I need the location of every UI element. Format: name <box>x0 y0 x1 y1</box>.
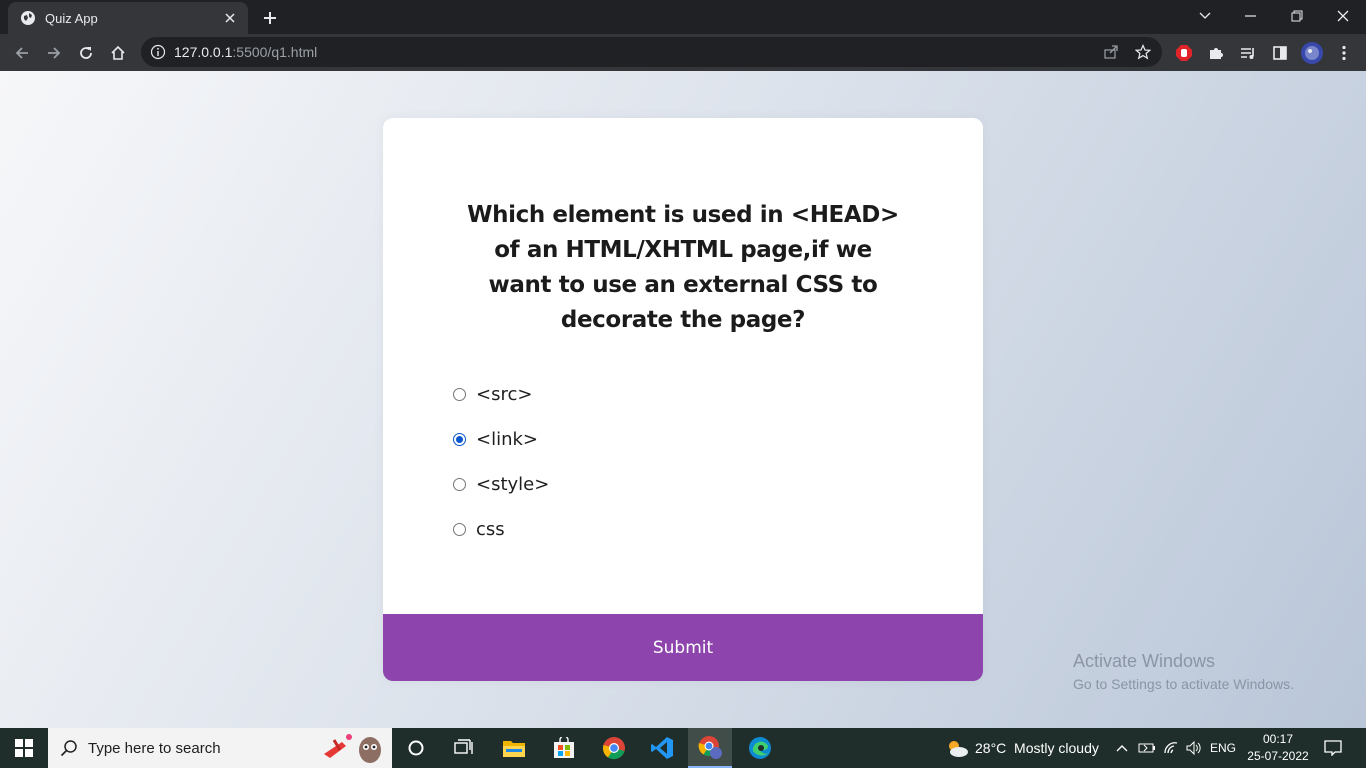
volume-icon[interactable] <box>1183 728 1205 768</box>
weather-cloudy-icon[interactable] <box>944 728 970 768</box>
question-text: Which element is used in <HEAD> of an HT… <box>467 202 899 333</box>
file-explorer-icon[interactable] <box>494 728 534 768</box>
windows-taskbar: Type here to search 28°C Mostly cloudy E… <box>0 728 1366 768</box>
chrome-icon[interactable] <box>594 728 634 768</box>
submit-button[interactable]: Submit <box>383 614 983 681</box>
extensions-puzzle-icon[interactable] <box>1202 39 1230 67</box>
address-bar[interactable]: 127.0.0.1:5500/q1.html <box>141 37 1162 67</box>
search-icon <box>60 739 78 757</box>
search-placeholder: Type here to search <box>88 739 221 757</box>
answer-label[interactable]: css <box>476 519 505 540</box>
reload-button[interactable] <box>72 39 100 67</box>
side-panel-icon[interactable] <box>1266 39 1294 67</box>
edge-icon[interactable] <box>740 728 780 768</box>
weather-text: 28°C Mostly cloudy <box>975 740 1099 756</box>
answer-label[interactable]: <style> <box>476 474 549 495</box>
answer-option-src[interactable]: <src> <box>451 372 911 417</box>
answer-label[interactable]: <src> <box>476 384 532 405</box>
adblock-extension-icon[interactable] <box>1170 39 1198 67</box>
new-tab-button[interactable] <box>259 7 281 29</box>
battery-icon[interactable] <box>1136 728 1158 768</box>
notifications-icon[interactable] <box>1318 728 1348 768</box>
answer-label[interactable]: <link> <box>476 429 538 450</box>
taskbar-search-box[interactable]: Type here to search <box>48 728 392 768</box>
answer-list: <src> <link> <style> css <box>451 372 911 552</box>
restore-button[interactable] <box>1274 0 1320 32</box>
globe-icon <box>20 10 36 26</box>
answer-option-css[interactable]: css <box>451 507 911 552</box>
radio-button[interactable] <box>453 388 466 401</box>
site-info-icon[interactable] <box>150 44 166 60</box>
input-language[interactable]: ENG <box>1208 728 1238 768</box>
media-queue-icon[interactable] <box>1234 39 1262 67</box>
start-button[interactable] <box>0 728 48 768</box>
browser-tab-bar: Quiz App <box>0 0 1366 34</box>
tab-quiz-app[interactable]: Quiz App <box>8 2 248 34</box>
close-tab-icon[interactable] <box>222 10 238 26</box>
page-viewport: Which element is used in <HEAD> of an HT… <box>0 71 1366 728</box>
tab-search-chevron-icon[interactable] <box>1182 0 1228 32</box>
quiz-card: Which element is used in <HEAD> of an HT… <box>383 118 983 681</box>
answer-option-link[interactable]: <link> <box>451 417 911 462</box>
radio-button[interactable] <box>453 478 466 491</box>
tab-title: Quiz App <box>45 10 98 26</box>
answer-option-style[interactable]: <style> <box>451 462 911 507</box>
activate-windows-watermark: Activate Windows Go to Settings to activ… <box>1073 651 1294 692</box>
chrome-profile-active-icon[interactable] <box>688 728 732 768</box>
microsoft-store-icon[interactable] <box>544 728 584 768</box>
weather-status[interactable]: 28°C Mostly cloudy <box>975 728 1099 768</box>
vscode-icon[interactable] <box>642 728 682 768</box>
watermark-title: Activate Windows <box>1073 651 1216 671</box>
minimize-button[interactable] <box>1228 0 1274 32</box>
browser-menu-icon[interactable] <box>1330 39 1358 67</box>
close-window-button[interactable] <box>1320 0 1366 32</box>
bookmark-star-icon[interactable] <box>1135 44 1151 60</box>
wifi-icon[interactable] <box>1160 728 1182 768</box>
watermark-subtitle: Go to Settings to activate Windows. <box>1073 676 1294 692</box>
clock-time: 00:17 <box>1262 732 1294 746</box>
radio-button-selected[interactable] <box>453 433 466 446</box>
search-highlight-illustration-icon <box>320 732 386 764</box>
cortana-icon[interactable] <box>398 728 434 768</box>
clock-date: 25-07-2022 <box>1247 749 1309 763</box>
browser-toolbar: 127.0.0.1:5500/q1.html <box>0 34 1366 71</box>
url-text: 127.0.0.1:5500/q1.html <box>174 44 317 60</box>
url-host: 127.0.0.1 <box>174 44 233 60</box>
language-text: ENG <box>1209 741 1236 755</box>
show-hidden-icons-chevron-icon[interactable] <box>1112 728 1132 768</box>
forward-button[interactable] <box>40 39 68 67</box>
back-button[interactable] <box>8 39 36 67</box>
clock[interactable]: 00:17 25-07-2022 <box>1242 731 1314 765</box>
task-view-icon[interactable] <box>444 728 484 768</box>
share-icon[interactable] <box>1103 44 1119 60</box>
radio-button[interactable] <box>453 523 466 536</box>
home-button[interactable] <box>104 39 132 67</box>
url-path: :5500/q1.html <box>232 44 318 60</box>
profile-avatar[interactable] <box>1298 39 1326 67</box>
